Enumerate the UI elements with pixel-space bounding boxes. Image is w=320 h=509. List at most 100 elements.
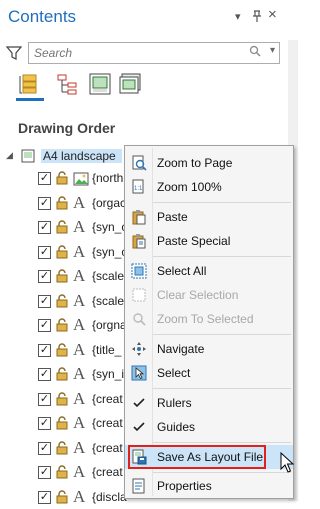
lock-icon[interactable]: [55, 244, 69, 259]
layout-tree-item[interactable]: ◢ A4 landscape: [0, 146, 140, 166]
text-element-icon: A: [73, 290, 86, 310]
check-icon: [131, 395, 147, 411]
visibility-checkbox[interactable]: ✓: [38, 368, 51, 381]
menu-item-navigate[interactable]: Navigate: [125, 337, 293, 361]
lock-icon[interactable]: [55, 416, 69, 430]
text-element-icon: A: [73, 266, 86, 285]
menu-item-label: Guides: [157, 420, 196, 434]
properties-icon: [131, 478, 147, 494]
layer-label: {orgac: [92, 195, 127, 210]
list-by-map-frame-icon[interactable]: [88, 72, 112, 96]
layer-label: {creat: [92, 440, 123, 455]
paste-special-icon: [131, 233, 147, 249]
text-element-icon: A: [73, 192, 86, 212]
select-arrow-icon: [131, 365, 147, 381]
search-input[interactable]: [34, 46, 254, 60]
zoom-100-icon: 1:1: [131, 179, 147, 195]
search-box[interactable]: ▾: [28, 42, 280, 64]
drawing-order-heading: Drawing Order: [18, 120, 116, 136]
visibility-checkbox[interactable]: ✓: [38, 392, 51, 406]
menu-item-rulers[interactable]: Rulers: [125, 391, 293, 415]
pin-icon[interactable]: [252, 10, 262, 25]
check-icon: [131, 419, 147, 435]
menu-item-zoom-to-page[interactable]: Zoom to Page: [125, 151, 293, 175]
save-layout-icon: [131, 449, 147, 465]
list-by-drawing-order-icon[interactable]: [16, 72, 44, 101]
text-element-icon: A: [73, 413, 86, 432]
context-menu: Zoom to Page 1:1 Zoom 100% Paste Paste S…: [124, 145, 294, 499]
navigate-icon: [131, 341, 147, 357]
pane-options-dropdown-icon[interactable]: ▾: [235, 10, 241, 23]
layer-label: {scale: [92, 269, 125, 283]
menu-item-label: Zoom To Selected: [157, 312, 254, 326]
text-element-icon: A: [73, 217, 86, 236]
visibility-checkbox[interactable]: ✓: [38, 294, 51, 308]
menu-item-zoom-to-selected[interactable]: Zoom To Selected: [125, 307, 293, 331]
lock-icon[interactable]: [55, 342, 69, 357]
visibility-checkbox[interactable]: ✓: [38, 490, 51, 504]
zoom-selected-icon: [131, 311, 147, 327]
text-element-icon: A: [73, 462, 86, 481]
lock-icon[interactable]: [55, 293, 69, 308]
menu-item-paste-special[interactable]: Paste Special: [125, 229, 293, 253]
menu-item-paste[interactable]: Paste: [125, 205, 293, 229]
lock-icon[interactable]: [55, 489, 69, 504]
filter-icon[interactable]: [5, 45, 23, 61]
expand-arrow-icon[interactable]: ◢: [6, 150, 13, 161]
visibility-checkbox[interactable]: ✓: [38, 441, 51, 455]
menu-item-zoom-100[interactable]: 1:1 Zoom 100%: [125, 175, 293, 199]
menu-item-label: Rulers: [157, 396, 192, 410]
contents-pane: Contents ▾ × ▾: [0, 0, 298, 506]
pane-title: Contents: [8, 7, 77, 26]
layer-label: {syn_c: [92, 220, 128, 234]
lock-icon[interactable]: [55, 465, 69, 479]
layer-label: {syn_c: [92, 244, 128, 259]
visibility-checkbox[interactable]: ✓: [38, 343, 51, 357]
lock-icon[interactable]: [55, 220, 69, 234]
menu-item-save-as-layout-file[interactable]: Save As Layout File: [125, 445, 293, 469]
visibility-checkbox[interactable]: ✓: [38, 417, 51, 430]
text-element-icon: A: [73, 339, 86, 359]
visibility-checkbox[interactable]: ✓: [38, 221, 51, 234]
menu-item-select[interactable]: Select: [125, 361, 293, 385]
menu-separator: [153, 334, 291, 335]
menu-item-label: Properties: [157, 479, 212, 493]
lock-icon[interactable]: [55, 195, 69, 210]
menu-item-guides[interactable]: Guides: [125, 415, 293, 439]
menu-item-select-all[interactable]: Select All: [125, 259, 293, 283]
menu-item-label: Paste Special: [157, 234, 231, 248]
menu-item-label: Select All: [157, 264, 207, 278]
visibility-checkbox[interactable]: ✓: [38, 245, 51, 259]
select-all-icon: [131, 263, 147, 279]
mouse-cursor-icon: [280, 451, 295, 474]
list-by-page-icon[interactable]: [118, 72, 142, 96]
lock-icon[interactable]: [55, 318, 69, 332]
text-element-icon: A: [73, 364, 86, 383]
text-element-icon: A: [73, 486, 86, 506]
list-by-hierarchy-icon[interactable]: [56, 72, 80, 96]
layer-label: {creat: [92, 465, 123, 479]
lock-icon[interactable]: [55, 391, 69, 406]
visibility-checkbox[interactable]: ✓: [38, 466, 51, 479]
layer-label: {discla: [92, 489, 127, 504]
close-icon[interactable]: ×: [268, 6, 277, 23]
lock-icon[interactable]: [55, 171, 69, 185]
text-element-icon: A: [73, 315, 86, 334]
picture-icon: [73, 171, 89, 191]
visibility-checkbox[interactable]: ✓: [38, 172, 51, 185]
menu-item-properties[interactable]: Properties: [125, 474, 293, 498]
visibility-checkbox[interactable]: ✓: [38, 196, 51, 210]
visibility-checkbox[interactable]: ✓: [38, 270, 51, 283]
lock-icon[interactable]: [55, 367, 69, 381]
layer-label: {orgna: [92, 318, 127, 332]
menu-item-label: Clear Selection: [157, 288, 239, 302]
zoom-page-icon: [131, 155, 147, 171]
menu-item-label: Paste: [157, 210, 188, 224]
lock-icon[interactable]: [55, 269, 69, 283]
lock-icon[interactable]: [55, 440, 69, 455]
visibility-checkbox[interactable]: ✓: [38, 319, 51, 332]
layer-label: {syn_i: [92, 367, 125, 381]
menu-item-clear-selection[interactable]: Clear Selection: [125, 283, 293, 307]
search-dropdown-icon[interactable]: ▾: [270, 45, 275, 56]
menu-separator: [153, 442, 291, 443]
